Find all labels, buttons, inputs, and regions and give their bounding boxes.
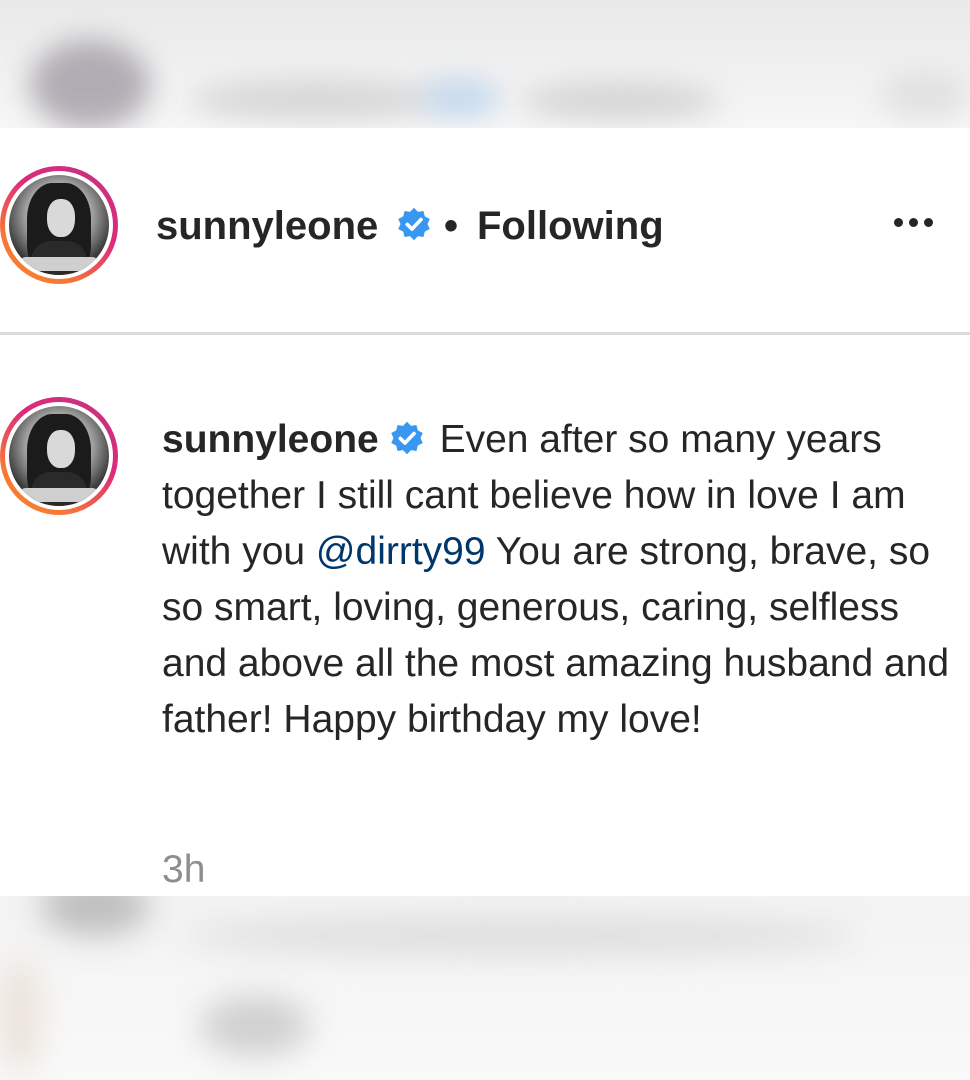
header-username[interactable]: sunnyleone [156, 204, 378, 249]
following-status[interactable]: Following [477, 204, 664, 249]
verified-badge-icon [390, 421, 423, 455]
blurred-background-bottom [0, 896, 970, 1080]
caption-username[interactable]: sunnyleone [162, 418, 379, 461]
caption-avatar[interactable] [0, 397, 118, 515]
avatar-photo [9, 175, 109, 275]
post-caption: sunnyleone Even after so many years toge… [162, 412, 952, 748]
caption-mention-link[interactable]: @dirrty99 [316, 530, 486, 573]
post-timestamp[interactable]: 3h [162, 848, 205, 892]
blurred-background-top [0, 0, 970, 128]
verified-badge-icon [398, 207, 430, 241]
header-avatar[interactable] [0, 166, 118, 284]
header-divider [0, 332, 970, 335]
separator-dot: • [444, 204, 459, 248]
more-options-icon[interactable] [894, 214, 942, 230]
avatar-photo [9, 406, 109, 506]
